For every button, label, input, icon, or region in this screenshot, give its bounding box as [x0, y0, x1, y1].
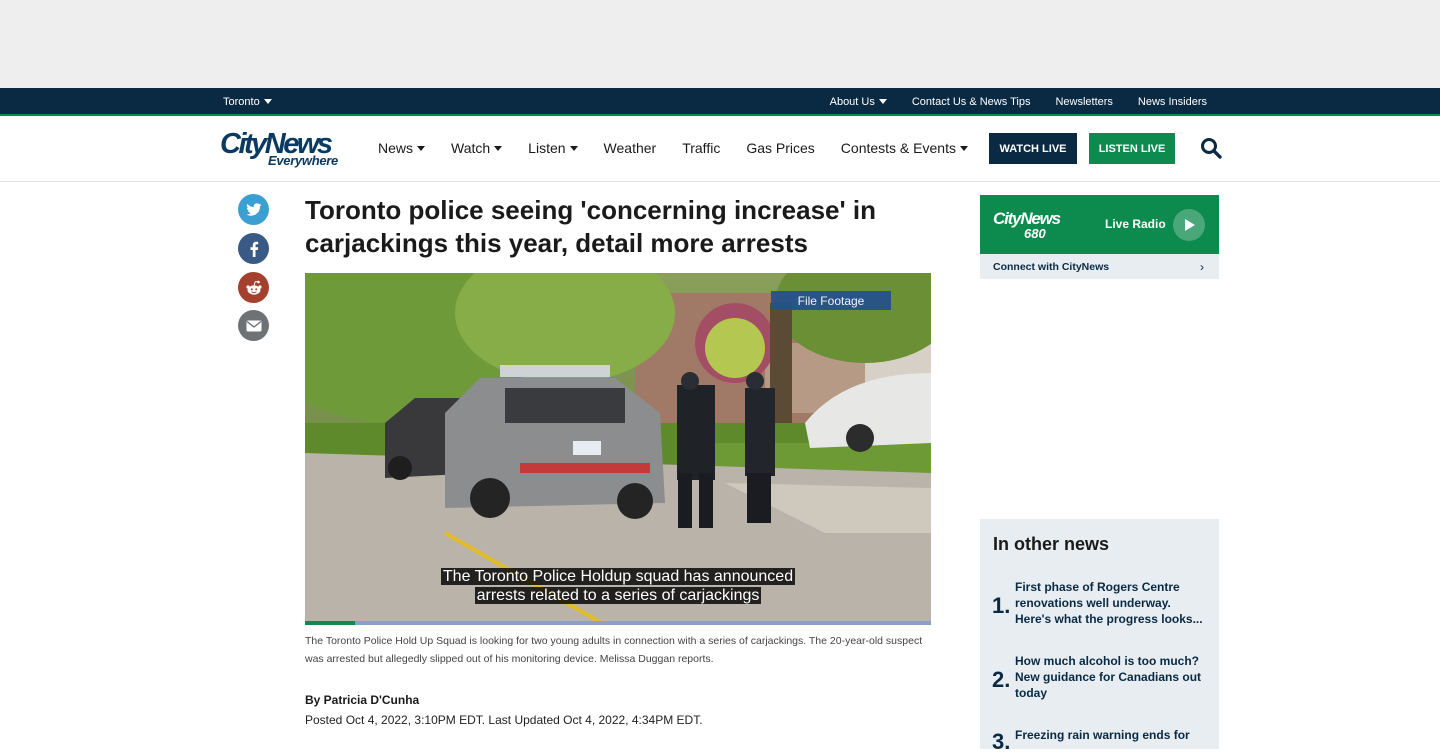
logo-secondary: Everywhere [268, 153, 338, 168]
location-label: Toronto [223, 96, 260, 108]
item-number: 2. [992, 667, 1011, 692]
chevron-down-icon [417, 146, 426, 151]
item-number: 1. [992, 593, 1011, 618]
nav-label: Contests & Events [840, 140, 956, 156]
live-radio-label: Live Radio [1105, 217, 1166, 231]
nav-label: Listen [528, 140, 566, 156]
email-icon [246, 320, 261, 331]
chevron-down-icon [959, 146, 968, 151]
news-insiders-link[interactable]: News Insiders [1138, 96, 1207, 108]
nav-item-gas-prices[interactable]: Gas Prices [746, 140, 814, 156]
nav-item-contests-events[interactable]: Contests & Events [841, 140, 968, 156]
listen-live-button[interactable]: LISTEN LIVE [1089, 133, 1175, 164]
nav-item-listen[interactable]: Listen [528, 140, 578, 156]
nav-item-watch[interactable]: Watch [451, 140, 503, 156]
about-us-link[interactable]: About Us [830, 96, 887, 108]
nav-item-weather[interactable]: Weather [604, 140, 657, 156]
video-progress-fill[interactable] [305, 621, 356, 625]
top-ad-slot [0, 0, 1440, 88]
connect-with-citynews[interactable]: Connect with CityNews › [980, 254, 1219, 279]
newsletters-link[interactable]: Newsletters [1055, 96, 1112, 108]
location-selector[interactable]: Toronto [223, 96, 272, 108]
in-other-news-title: In other news [993, 534, 1110, 554]
search-icon[interactable] [1199, 136, 1223, 160]
nav-menu: News Watch Listen Weather Traffic Gas Pr… [378, 140, 994, 156]
nav-item-news[interactable]: News [378, 140, 426, 156]
connect-label: Connect with CityNews [993, 261, 1110, 273]
item-number: 3. [992, 729, 1011, 754]
utility-bar: Toronto About Us Contact Us & News Tips … [0, 88, 1440, 116]
play-button[interactable] [1173, 209, 1205, 241]
main-nav: CityNews Everywhere News Watch Listen We… [0, 116, 1440, 182]
email-share-button[interactable] [238, 310, 269, 341]
facebook-share-button[interactable] [238, 233, 269, 264]
play-icon [1185, 219, 1195, 231]
video-caption: The Toronto Police Hold Up Squad is look… [305, 635, 923, 665]
citynews-logo[interactable]: CityNews Everywhere [220, 128, 354, 172]
subtitle-line-1: The Toronto Police Holdup squad has anno… [440, 568, 796, 585]
utility-links: About Us Contact Us & News Tips Newslett… [830, 96, 1207, 108]
chevron-down-icon [569, 146, 578, 151]
twitter-share-button[interactable] [238, 194, 269, 225]
nav-label: Watch [451, 140, 491, 156]
radio-station: 680 [1024, 226, 1046, 241]
article-timestamp: Posted Oct 4, 2022, 3:10PM EDT. Last Upd… [305, 713, 703, 727]
subtitle-line-2: arrests related to a series of carjackin… [474, 587, 762, 604]
chevron-down-icon [494, 146, 503, 151]
reddit-share-button[interactable] [238, 272, 269, 303]
watch-live-button[interactable]: WATCH LIVE [989, 133, 1077, 164]
about-us-label: About Us [829, 96, 875, 108]
twitter-icon [245, 202, 261, 216]
file-footage-badge: File Footage [771, 291, 891, 310]
contact-us-link[interactable]: Contact Us & News Tips [912, 96, 1031, 108]
video-subtitles: The Toronto Police Holdup squad has anno… [305, 567, 931, 605]
chevron-down-icon [263, 99, 272, 104]
in-other-news-panel: In other news 1. First phase of Rogers C… [980, 519, 1219, 754]
video-player[interactable]: File Footage The Toronto Police Holdup s… [305, 273, 931, 625]
article-headline: Toronto police seeing 'concerning increa… [305, 195, 876, 258]
article-byline[interactable]: By Patricia D'Cunha [305, 693, 419, 707]
chevron-down-icon [878, 99, 887, 104]
item-headline[interactable]: How much alcohol is too much? New guidan… [1015, 653, 1210, 701]
nav-label: News [378, 140, 414, 156]
nav-item-traffic[interactable]: Traffic [682, 140, 720, 156]
live-radio-widget[interactable]: CityNews 680 Live Radio [980, 195, 1219, 254]
chevron-right-icon: › [1200, 260, 1204, 274]
item-headline[interactable]: First phase of Rogers Centre renovations… [1015, 579, 1210, 627]
facebook-icon [250, 241, 258, 257]
reddit-icon [245, 280, 262, 295]
